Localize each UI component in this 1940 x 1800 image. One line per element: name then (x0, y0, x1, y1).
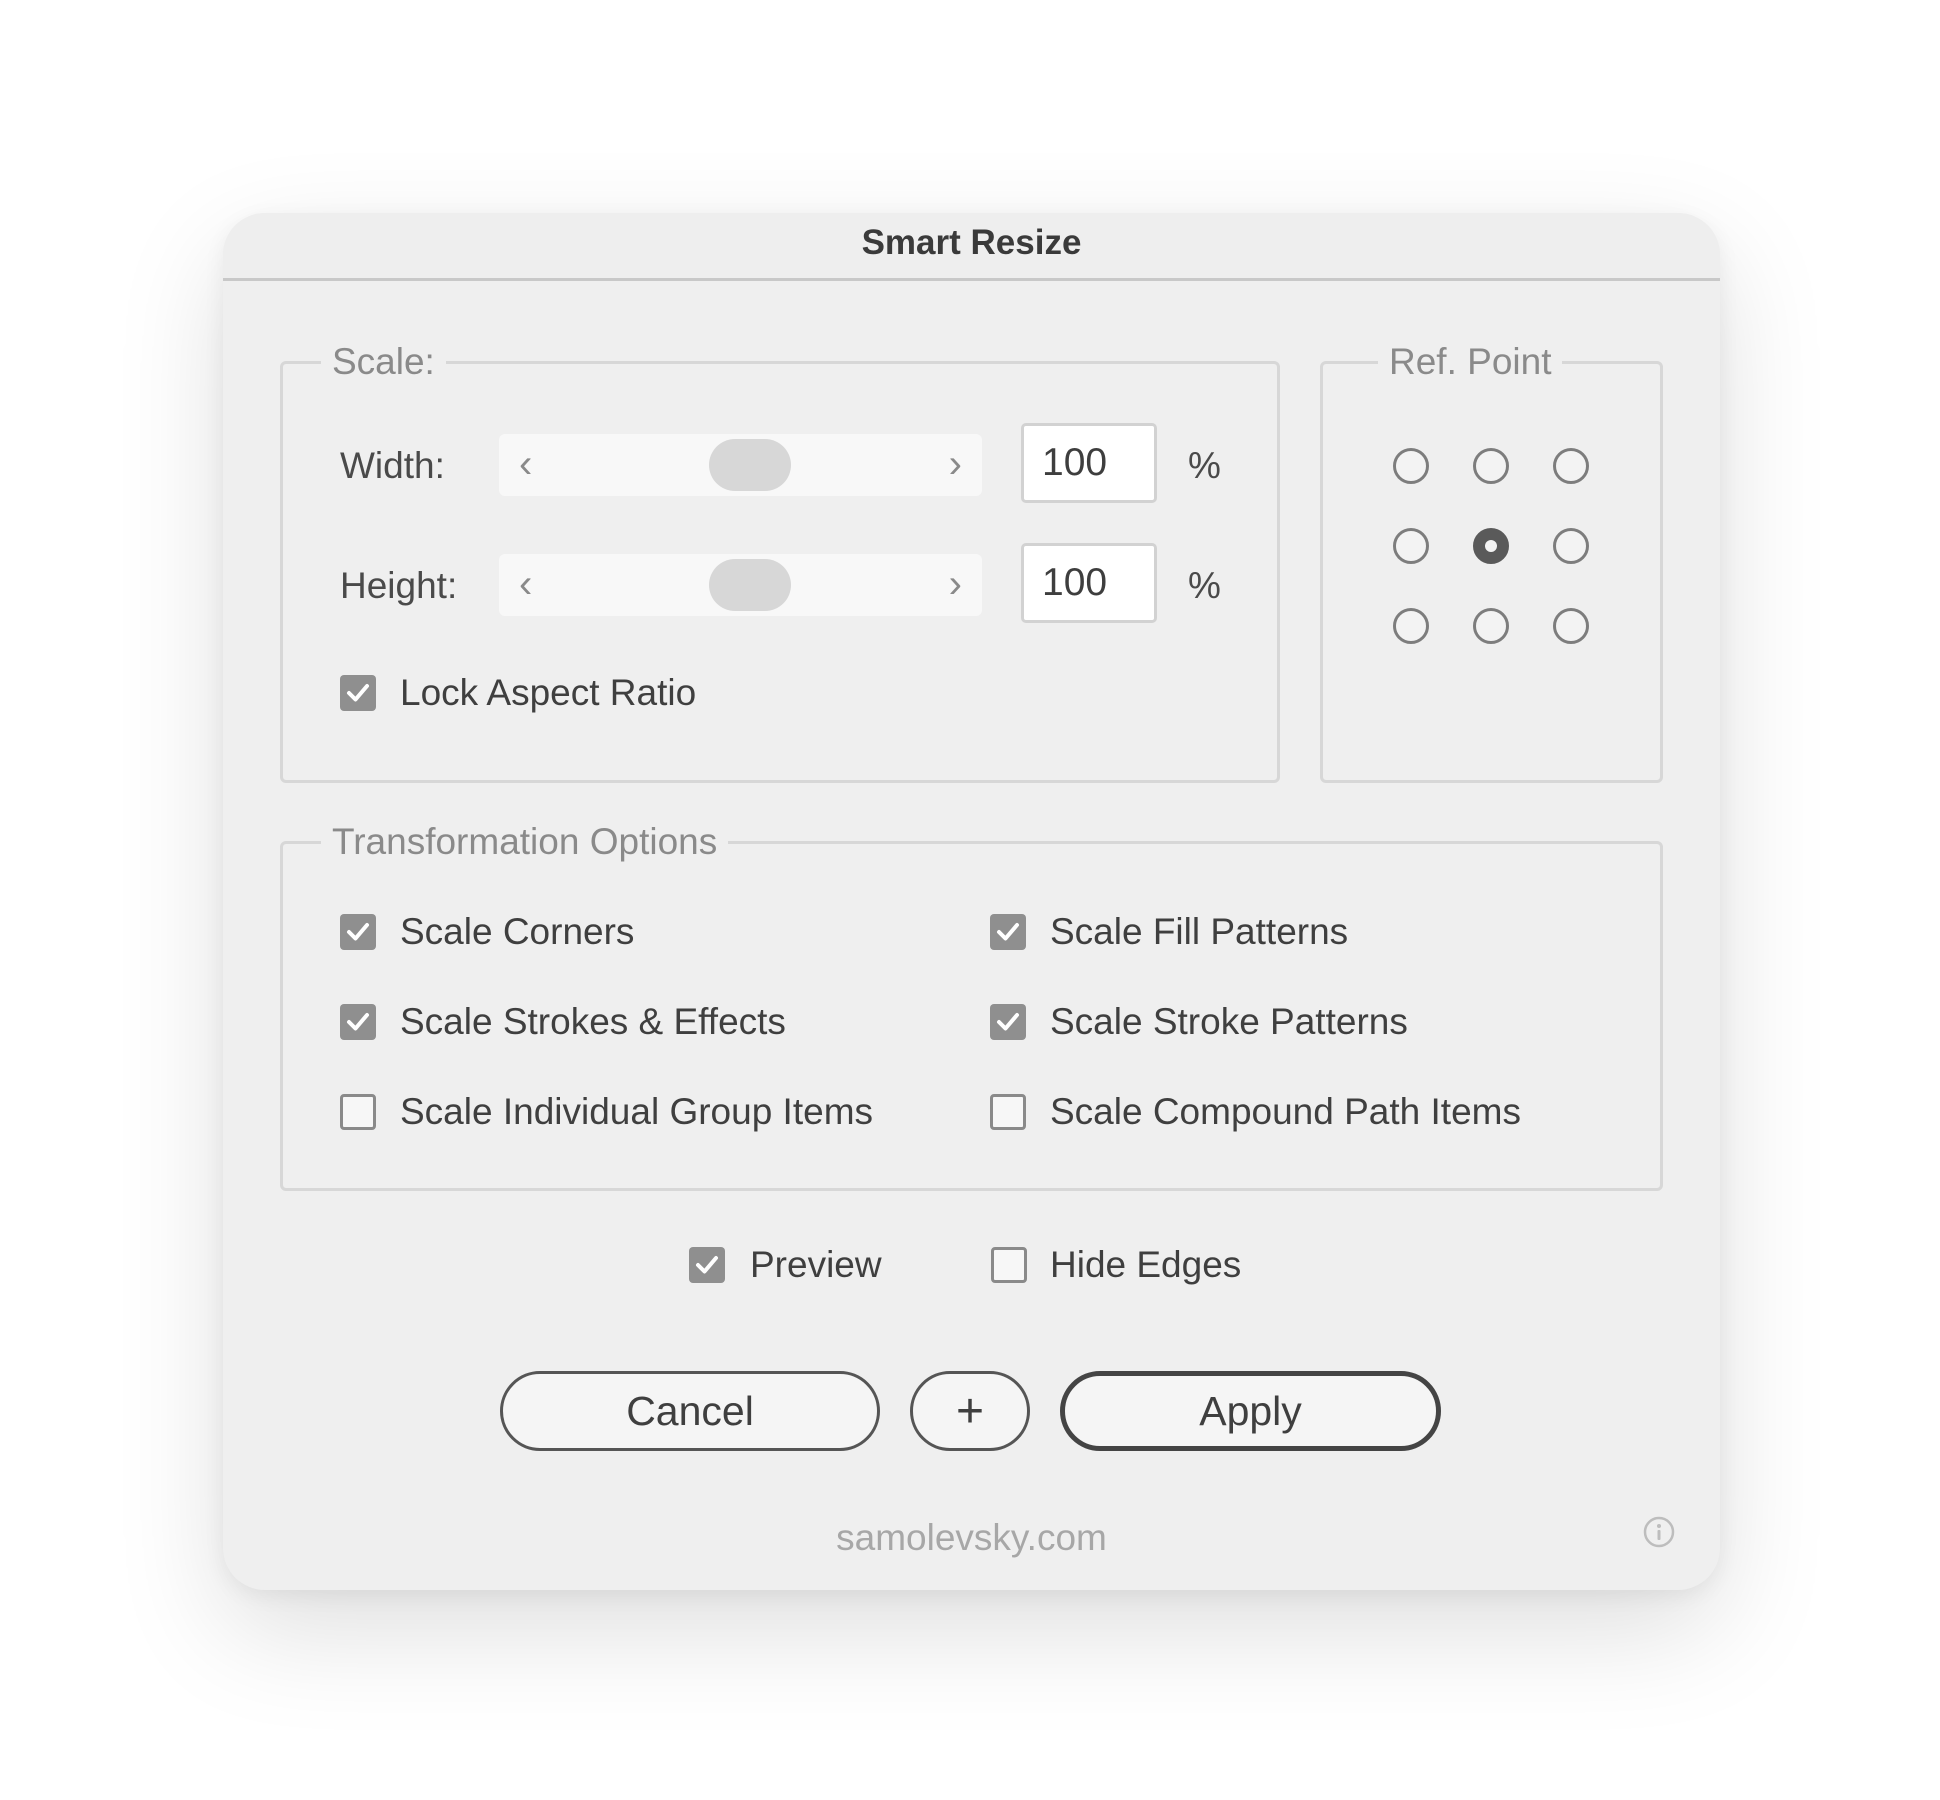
apply-button[interactable]: Apply (1060, 1371, 1441, 1451)
checkmark-icon (347, 1013, 369, 1031)
add-preset-button[interactable]: + (910, 1371, 1030, 1451)
width-slider-thumb[interactable] (709, 439, 791, 491)
scale-individual-group-items-checkbox[interactable] (340, 1094, 376, 1130)
width-slider[interactable]: ‹ › (499, 434, 982, 496)
width-slider-right-arrow[interactable]: › (949, 438, 962, 490)
transformation-options-group: Transformation Options Scale Corners Sca… (280, 818, 1663, 1191)
height-slider-left-arrow[interactable]: ‹ (519, 558, 532, 610)
ref-point-legend: Ref. Point (1378, 338, 1563, 386)
height-label: Height: (340, 565, 458, 606)
title-bar: Smart Resize (223, 213, 1720, 281)
ref-point-top-left[interactable] (1393, 448, 1429, 484)
lock-aspect-checkbox[interactable] (340, 675, 376, 711)
ref-point-bottom-center[interactable] (1473, 608, 1509, 644)
preview-checkbox[interactable] (689, 1247, 725, 1283)
height-slider-thumb[interactable] (709, 559, 791, 611)
scale-group: Scale: Width: ‹ › % Height: ‹ › % Lock A… (280, 338, 1280, 783)
footer-website-link[interactable]: samolevsky.com (223, 1517, 1720, 1559)
scale-compound-path-items-checkbox[interactable] (990, 1094, 1026, 1130)
scale-fill-patterns-label: Scale Fill Patterns (1050, 911, 1349, 952)
height-slider-right-arrow[interactable]: › (949, 558, 962, 610)
width-label: Width: (340, 445, 445, 486)
width-unit: % (1188, 445, 1221, 486)
checkmark-icon (997, 923, 1019, 941)
preview-label: Preview (750, 1244, 882, 1285)
ref-point-bottom-left[interactable] (1393, 608, 1429, 644)
scale-compound-path-items-label: Scale Compound Path Items (1050, 1091, 1521, 1132)
height-unit: % (1188, 565, 1221, 606)
ref-point-middle-right[interactable] (1553, 528, 1589, 564)
ref-point-top-center[interactable] (1473, 448, 1509, 484)
scale-corners-checkbox[interactable] (340, 914, 376, 950)
ref-point-middle-left[interactable] (1393, 528, 1429, 564)
lock-aspect-label: Lock Aspect Ratio (400, 672, 697, 713)
scale-stroke-patterns-label: Scale Stroke Patterns (1050, 1001, 1408, 1042)
scale-individual-group-items-label: Scale Individual Group Items (400, 1091, 874, 1132)
height-slider[interactable]: ‹ › (499, 554, 982, 616)
width-input[interactable] (1021, 423, 1157, 503)
ref-point-group: Ref. Point (1320, 338, 1663, 783)
hide-edges-checkbox[interactable] (991, 1247, 1027, 1283)
ref-point-bottom-right[interactable] (1553, 608, 1589, 644)
scale-strokes-effects-label: Scale Strokes & Effects (400, 1001, 786, 1042)
checkmark-icon (997, 1013, 1019, 1031)
width-slider-left-arrow[interactable]: ‹ (519, 438, 532, 490)
cancel-button[interactable]: Cancel (500, 1371, 880, 1451)
scale-strokes-effects-checkbox[interactable] (340, 1004, 376, 1040)
ref-point-middle-center[interactable] (1473, 528, 1509, 564)
dialog-title: Smart Resize (861, 223, 1082, 262)
scale-corners-label: Scale Corners (400, 911, 635, 952)
hide-edges-label: Hide Edges (1050, 1244, 1242, 1285)
ref-point-top-right[interactable] (1553, 448, 1589, 484)
checkmark-icon (347, 684, 369, 702)
checkmark-icon (347, 923, 369, 941)
height-input[interactable] (1021, 543, 1157, 623)
scale-stroke-patterns-checkbox[interactable] (990, 1004, 1026, 1040)
checkmark-icon (696, 1256, 718, 1274)
smart-resize-dialog: Smart Resize Scale: Width: ‹ › % Height:… (223, 213, 1720, 1590)
info-icon[interactable] (1643, 1516, 1675, 1548)
scale-fill-patterns-checkbox[interactable] (990, 914, 1026, 950)
transformation-options-legend: Transformation Options (321, 818, 729, 866)
scale-group-legend: Scale: (321, 338, 446, 386)
